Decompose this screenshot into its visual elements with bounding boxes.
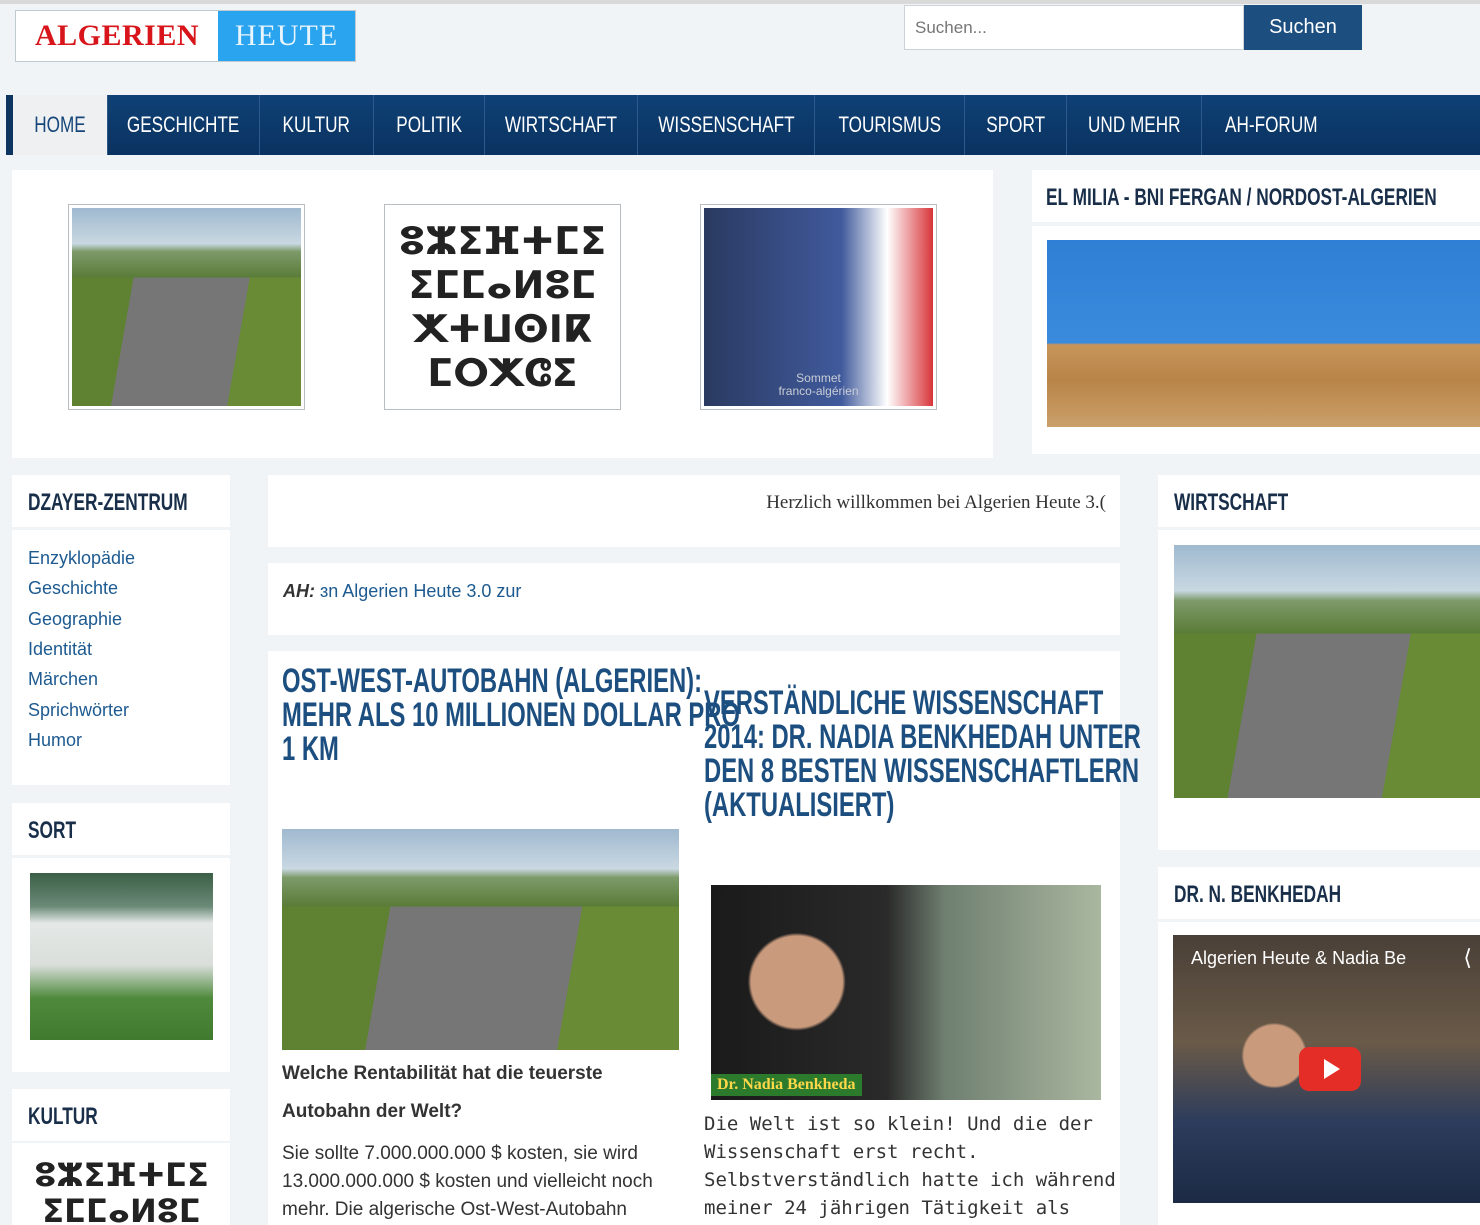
tifinagh-line: ⵎⵔⵅⵛⵉ <box>427 351 578 395</box>
sort-header: SORT <box>12 803 230 855</box>
search-input[interactable] <box>904 5 1244 50</box>
nav-item-tourismus[interactable]: TOURISMUS <box>815 95 965 155</box>
sidebar-link-geographie[interactable]: Geographie <box>28 609 122 630</box>
article-2-title[interactable]: VERSTÄNDLICHE WISSENSCHAFT 2014: DR. NAD… <box>704 684 1141 824</box>
article-1-body-line: mehr. Die algerische Ost-West-Autobahn <box>282 1199 627 1220</box>
kultur-title: KULTUR <box>28 1103 98 1130</box>
sort-title: SORT <box>28 817 77 844</box>
politics-caption: Sommet franco-algérien <box>704 372 933 398</box>
featured-slider: ⵓⵣⵉⴼⵜⵎⵉ ⵉⵎⵎⴰⵍⵓⵎ ⵅⵜⵡⵙⵏⴽ ⵎⵔⵅⵛⵉ Sommet fran… <box>12 170 993 458</box>
el-milia-title: EL MILIA - BNI FERGAN / NORDOST-ALGERIEN <box>1046 184 1437 211</box>
nav-item-home[interactable]: HOME <box>13 95 108 155</box>
welcome-ticker: Herzlich willkommen bei Algerien Heute 3… <box>268 475 1120 547</box>
nav-item-wissenschaft[interactable]: WISSENSCHAFT <box>638 95 815 155</box>
tifinagh-line: ⵉⵎⵎⴰⵍⵓⵎ <box>42 1192 201 1225</box>
dzayer-title: DZAYER-ZENTRUM <box>28 489 188 516</box>
article-1-subtitle: Welche Rentabilität hat die teuerste Aut… <box>282 1055 603 1131</box>
tifinagh-image: ⵓⵣⵉⴼⵜⵎⵉ ⵉⵎⵎⴰⵍⵓⵎ ⵅⵜⵡⵙⵏⴽ ⵎⵔⵅⵛⵉ <box>388 208 617 406</box>
main-navigation: HOME GESCHICHTE KULTUR POLITIK WIRTSCHAF… <box>6 95 1480 155</box>
article-2-title-line: DEN 8 BESTEN WISSENSCHAFTLERN <box>704 752 1140 790</box>
video-title[interactable]: Algerien Heute & Nadia Be <box>1191 948 1406 969</box>
slider-thumb-politics[interactable]: Sommet franco-algérien <box>700 204 937 410</box>
play-icon <box>1324 1059 1340 1079</box>
wirtschaft-header: WIRTSCHAFT <box>1158 475 1480 527</box>
article-1-body-line: 13.000.000.000 $ kosten und vielleicht n… <box>282 1171 653 1192</box>
ah-ticker-text[interactable]: ɜn Algerien Heute 3.0 zur <box>320 581 521 601</box>
wirtschaft-image[interactable] <box>1174 545 1480 798</box>
article-2-image[interactable]: Dr. Nadia Benkheda <box>711 885 1101 1100</box>
article-2-title-line: 2014: DR. NADIA BENKHEDAH UNTER <box>704 718 1141 756</box>
nav-item-kultur[interactable]: KULTUR <box>260 95 374 155</box>
politics-caption-line: franco-algérien <box>778 384 859 398</box>
article-1-subtitle-line: Autobahn der Welt? <box>282 1101 463 1122</box>
el-milia-header: EL MILIA - BNI FERGAN / NORDOST-ALGERIEN <box>1032 170 1480 222</box>
tifinagh-line: ⵓⵣⵉⴼⵜⵎⵉ <box>398 219 607 263</box>
share-icon[interactable]: ⟨ <box>1463 945 1472 971</box>
article-2-body-line: Wissenschaft erst recht. <box>704 1141 979 1163</box>
article-1-title-line: 1 KM <box>282 730 339 768</box>
article-1-body: Sie sollte 7.000.000.000 $ kosten, sie w… <box>282 1140 653 1224</box>
highway-image <box>72 208 301 406</box>
article-1-subtitle-line: Welche Rentabilität hat die teuerste <box>282 1063 603 1084</box>
slider-thumb-highway[interactable] <box>68 204 305 410</box>
nav-item-politik[interactable]: POLITIK <box>374 95 485 155</box>
ah-ticker: AH: ɜn Algerien Heute 3.0 zur <box>268 563 1120 635</box>
top-border <box>0 0 1480 4</box>
sidebar-link-geschichte[interactable]: Geschichte <box>28 578 118 599</box>
tifinagh-line: ⵅⵜⵡⵙⵏⴽ <box>413 307 592 351</box>
logo-word-heute: HEUTE <box>218 11 355 61</box>
nav-left-edge <box>6 95 13 155</box>
sidebar-link-humor[interactable]: Humor <box>28 730 82 751</box>
article-2-body: Die Welt ist so klein! Und die der Wisse… <box>704 1110 1116 1222</box>
nav-item-ah-forum[interactable]: AH-FORUM <box>1202 95 1340 155</box>
nav-item-wirtschaft[interactable]: WIRTSCHAFT <box>485 95 638 155</box>
article-2-body-line: Selbstverständlich hatte ich während <box>704 1169 1116 1191</box>
kultur-tifinagh-image[interactable]: ⵓⵣⵉⴼⵜⵎⵉ ⵉⵎⵎⴰⵍⵓⵎ <box>30 1157 213 1225</box>
article-2-title-line: (AKTUALISIERT) <box>704 786 895 824</box>
sidebar-link-identitaet[interactable]: Identität <box>28 639 92 660</box>
article-1-title[interactable]: OST-WEST-AUTOBAHN (ALGERIEN): MEHR ALS 1… <box>282 662 740 768</box>
politics-image: Sommet franco-algérien <box>704 208 933 406</box>
slider-thumb-tifinagh[interactable]: ⵓⵣⵉⴼⵜⵎⵉ ⵉⵎⵎⴰⵍⵓⵎ ⵅⵜⵡⵙⵏⴽ ⵎⵔⵅⵛⵉ <box>384 204 621 410</box>
sidebar-link-sprichwoerter[interactable]: Sprichwörter <box>28 700 129 721</box>
logo-word-algerien: ALGERIEN <box>16 11 218 61</box>
article-2-title-line: VERSTÄNDLICHE WISSENSCHAFT <box>704 684 1104 722</box>
nav-item-und-mehr[interactable]: UND MEHR <box>1067 95 1202 155</box>
benkhedah-body: Algerien Heute & Nadia Be ⟨ <box>1158 922 1480 1225</box>
benkhedah-title: DR. N. BENKHEDAH <box>1174 881 1342 908</box>
play-button[interactable] <box>1299 1047 1361 1091</box>
team-photo[interactable] <box>30 873 213 1040</box>
article-1-title-line: OST-WEST-AUTOBAHN (ALGERIEN): <box>282 662 703 700</box>
desert-image[interactable] <box>1047 240 1480 427</box>
article-2-image-caption: Dr. Nadia Benkheda <box>711 1074 862 1096</box>
search-button[interactable]: Suchen <box>1244 5 1362 50</box>
sort-body <box>12 858 230 1072</box>
article-1-image[interactable] <box>282 829 679 1050</box>
wirtschaft-title: WIRTSCHAFT <box>1174 489 1289 516</box>
article-2-body-line: meiner 24 jährigen Tätigkeit als <box>704 1197 1071 1219</box>
sidebar-link-enzyklopaedie[interactable]: Enzyklopädie <box>28 548 135 569</box>
el-milia-body <box>1032 226 1480 454</box>
benkhedah-header: DR. N. BENKHEDAH <box>1158 867 1480 919</box>
sidebar-link-maerchen[interactable]: Märchen <box>28 669 98 690</box>
site-logo[interactable]: ALGERIEN HEUTE <box>15 10 356 62</box>
nav-item-geschichte[interactable]: GESCHICHTE <box>108 95 260 155</box>
welcome-ticker-text: Herzlich willkommen bei Algerien Heute 3… <box>766 492 1106 513</box>
article-1-body-line: Sie sollte 7.000.000.000 $ kosten, sie w… <box>282 1143 638 1164</box>
kultur-body: ⵓⵣⵉⴼⵜⵎⵉ ⵉⵎⵎⴰⵍⵓⵎ <box>12 1143 230 1225</box>
video-player[interactable]: Algerien Heute & Nadia Be ⟨ <box>1173 935 1480 1203</box>
dzayer-header: DZAYER-ZENTRUM <box>12 475 230 527</box>
tifinagh-line: ⵉⵎⵎⴰⵍⵓⵎ <box>408 263 597 307</box>
ah-label: AH: <box>283 581 315 601</box>
wirtschaft-body <box>1158 530 1480 850</box>
kultur-header: KULTUR <box>12 1089 230 1141</box>
tifinagh-line: ⵓⵣⵉⴼⵜⵎⵉ <box>34 1157 209 1194</box>
article-2-body-line: Die Welt ist so klein! Und die der <box>704 1113 1093 1135</box>
nav-item-sport[interactable]: SPORT <box>965 95 1067 155</box>
article-1-title-line: MEHR ALS 10 MILLIONEN DOLLAR PRO <box>282 696 740 734</box>
ah-ticker-line: AH: ɜn Algerien Heute 3.0 zur <box>283 581 521 602</box>
